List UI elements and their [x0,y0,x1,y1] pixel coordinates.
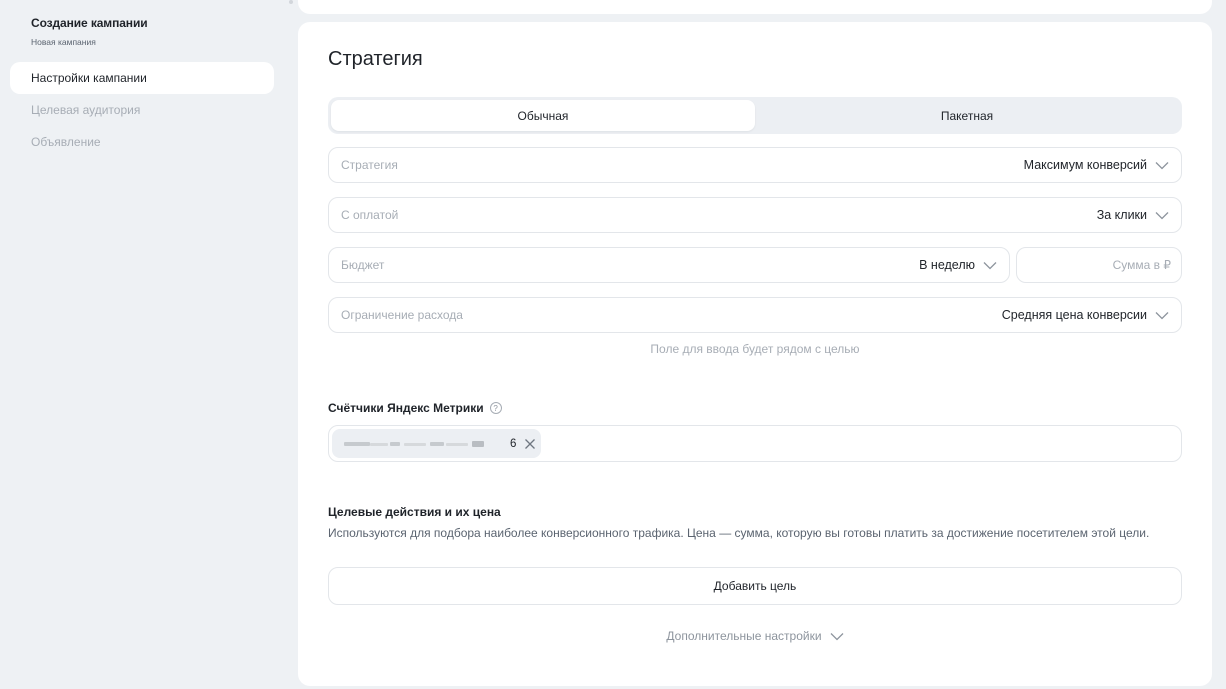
chevron-down-icon [1155,311,1169,319]
chevron-down-icon [983,261,997,269]
strategy-select-label: Стратегия [341,158,398,172]
spend-limit-label: Ограничение расхода [341,308,463,322]
budget-period-value: В неделю [919,258,975,272]
close-icon[interactable] [524,438,536,450]
metrika-label-text: Счётчики Яндекс Метрики [328,401,484,415]
additional-settings-label: Дополнительные настройки [666,629,822,643]
strategy-card: Стратегия Обычная Пакетная Стратегия Мак… [298,22,1212,686]
spend-limit-value: Средняя цена конверсии [1001,308,1147,322]
redacted-counter-name [342,439,506,449]
budget-sum-input[interactable]: Сумма в ₽ [1016,247,1182,283]
metrika-counter-chip: 6 [332,429,541,458]
budget-label: Бюджет [341,258,385,272]
metrika-counter-chip-text: 6 [510,437,517,450]
payment-select-value: За клики [1096,208,1147,222]
tab-package[interactable]: Пакетная [755,100,1179,131]
chevron-down-icon [830,632,844,640]
chevron-down-icon [1155,161,1169,169]
strategy-select-value: Максимум конверсий [1023,158,1147,172]
payment-select[interactable]: С оплатой За клики [328,197,1182,233]
strategy-type-switch: Обычная Пакетная [328,97,1182,134]
scroll-indicator [289,0,293,4]
sidebar-title: Создание кампании [31,16,148,30]
spend-limit-select[interactable]: Ограничение расхода Средняя цена конверс… [328,297,1182,333]
goals-title: Целевые действия и их цена [328,505,501,519]
add-goal-button[interactable]: Добавить цель [328,567,1182,605]
sidebar: Создание кампании Новая кампания Настрой… [0,0,285,689]
metrika-counters-input[interactable]: 6 [328,425,1182,462]
spend-limit-hint: Поле для ввода будет рядом с целью [650,342,860,356]
metrika-label: Счётчики Яндекс Метрики ? [328,401,502,415]
strategy-title: Стратегия [328,48,423,70]
tab-regular[interactable]: Обычная [331,100,755,131]
sidebar-subtitle: Новая кампания [31,37,96,47]
payment-select-label: С оплатой [341,208,399,222]
budget-period-select[interactable]: Бюджет В неделю [328,247,1010,283]
goals-description: Используются для подбора наиболее конвер… [328,526,1150,540]
additional-settings-toggle[interactable]: Дополнительные настройки [328,629,1182,643]
sidebar-item-target-audience[interactable]: Целевая аудитория [10,94,274,126]
chevron-down-icon [1155,211,1169,219]
question-circle-icon[interactable]: ? [489,402,502,414]
previous-card [298,0,1212,14]
strategy-select[interactable]: Стратегия Максимум конверсий [328,147,1182,183]
sidebar-item-ad[interactable]: Объявление [10,126,274,158]
sidebar-item-campaign-settings[interactable]: Настройки кампании [10,62,274,94]
